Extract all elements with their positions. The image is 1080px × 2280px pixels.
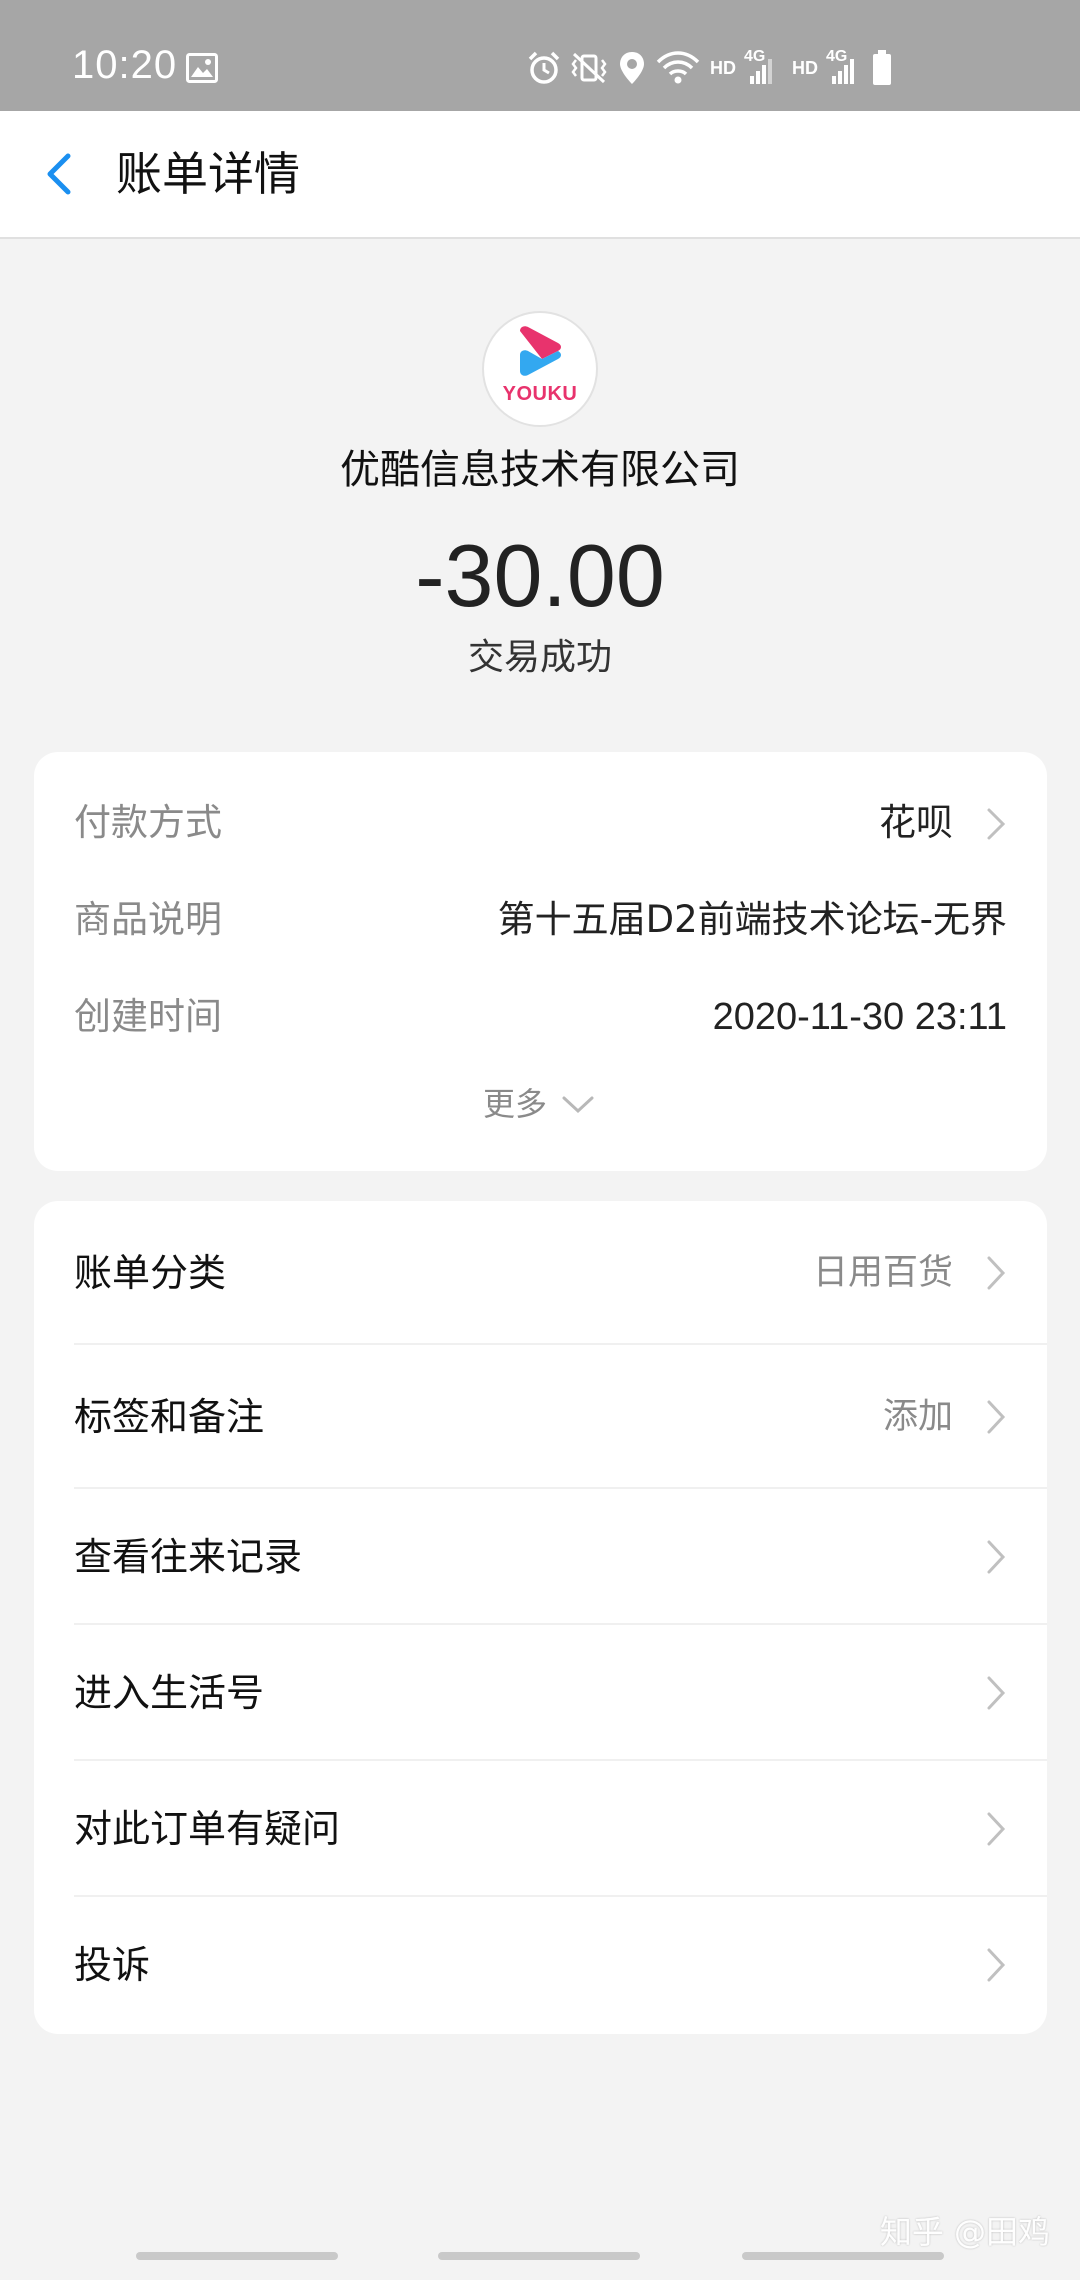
list-item-label: 进入生活号 <box>74 1671 265 1715</box>
youku-play-icon <box>520 326 561 376</box>
status-bar: 10:20 HD 4G HD 4G <box>0 0 1080 111</box>
transaction-amount: -30.00 <box>415 526 665 625</box>
list-item-bill-category[interactable]: 账单分类 日用百货 <box>34 1201 1047 1345</box>
nav-bar-home[interactable] <box>438 2252 640 2260</box>
hd-label: HD <box>710 58 736 78</box>
list-item-label: 账单分类 <box>74 1251 227 1295</box>
chevron-right-icon <box>987 808 1006 840</box>
list-item-complaint[interactable]: 投诉 <box>34 1897 1047 2034</box>
chevron-right-icon <box>987 1676 1006 1710</box>
nav-bar-back[interactable] <box>742 2252 944 2260</box>
wifi-icon <box>656 51 700 84</box>
alarm-icon <box>528 51 560 84</box>
product-description-row: 商品说明 第十五届D2前端技术论坛-无界 <box>34 885 1047 955</box>
page-title: 账单详情 <box>116 147 300 201</box>
watermark: 知乎 @田鸡 <box>879 2213 1050 2251</box>
gallery-icon <box>186 53 218 83</box>
created-time-label: 创建时间 <box>74 995 222 1038</box>
logo-text: YOUKU <box>502 383 578 405</box>
list-item-life-account[interactable]: 进入生活号 <box>34 1625 1047 1761</box>
hd-label: HD <box>792 58 818 78</box>
chevron-down-icon <box>562 1096 594 1114</box>
app-header: 账单详情 <box>0 111 1080 239</box>
payment-method-value: 花呗 <box>879 801 953 844</box>
list-item-label: 标签和备注 <box>74 1395 265 1439</box>
list-item-label: 查看往来记录 <box>74 1535 303 1579</box>
created-time-row: 创建时间 2020-11-30 23:11 <box>34 982 1047 1052</box>
location-icon <box>620 52 644 84</box>
product-description-value: 第十五届D2前端技术论坛-无界 <box>497 898 1007 941</box>
chevron-right-icon <box>987 1400 1006 1434</box>
list-item-tags-notes[interactable]: 标签和备注 添加 <box>34 1345 1047 1489</box>
chevron-right-icon <box>987 1948 1006 1982</box>
more-label: 更多 <box>482 1085 547 1123</box>
payment-method-row[interactable]: 付款方式 花呗 <box>34 788 1047 858</box>
created-time-value: 2020-11-30 23:11 <box>712 996 1007 1038</box>
transaction-status: 交易成功 <box>467 637 612 678</box>
more-button[interactable]: 更多 <box>34 1074 1047 1134</box>
merchant-logo: YOUKU <box>482 311 598 427</box>
list-item-label: 投诉 <box>74 1943 151 1987</box>
actions-card: 账单分类 日用百货 标签和备注 添加 查看往来记录 进入生活号 对此订单有疑问 <box>34 1201 1047 2034</box>
product-description-label: 商品说明 <box>74 898 222 941</box>
nav-bar-recent[interactable] <box>136 2252 338 2260</box>
chevron-left-icon[interactable] <box>30 144 90 204</box>
list-item-label: 对此订单有疑问 <box>74 1807 341 1851</box>
battery-icon <box>873 50 891 85</box>
chevron-right-icon <box>987 1812 1006 1846</box>
list-item-value: 添加 <box>882 1397 953 1437</box>
list-item-value: 日用百货 <box>812 1253 953 1293</box>
details-card: 付款方式 花呗 商品说明 第十五届D2前端技术论坛-无界 创建时间 2020-1… <box>34 752 1047 1171</box>
merchant-name: 优酷信息技术有限公司 <box>340 447 740 493</box>
list-item-history[interactable]: 查看往来记录 <box>34 1489 1047 1625</box>
signal-icon <box>750 59 772 84</box>
signal-icon <box>832 59 854 84</box>
payment-method-label: 付款方式 <box>74 801 222 844</box>
chevron-right-icon <box>987 1256 1006 1290</box>
list-item-order-question[interactable]: 对此订单有疑问 <box>34 1761 1047 1897</box>
chevron-right-icon <box>987 1540 1006 1574</box>
status-time: 10:20 <box>72 43 178 87</box>
vibrate-icon <box>571 52 607 84</box>
